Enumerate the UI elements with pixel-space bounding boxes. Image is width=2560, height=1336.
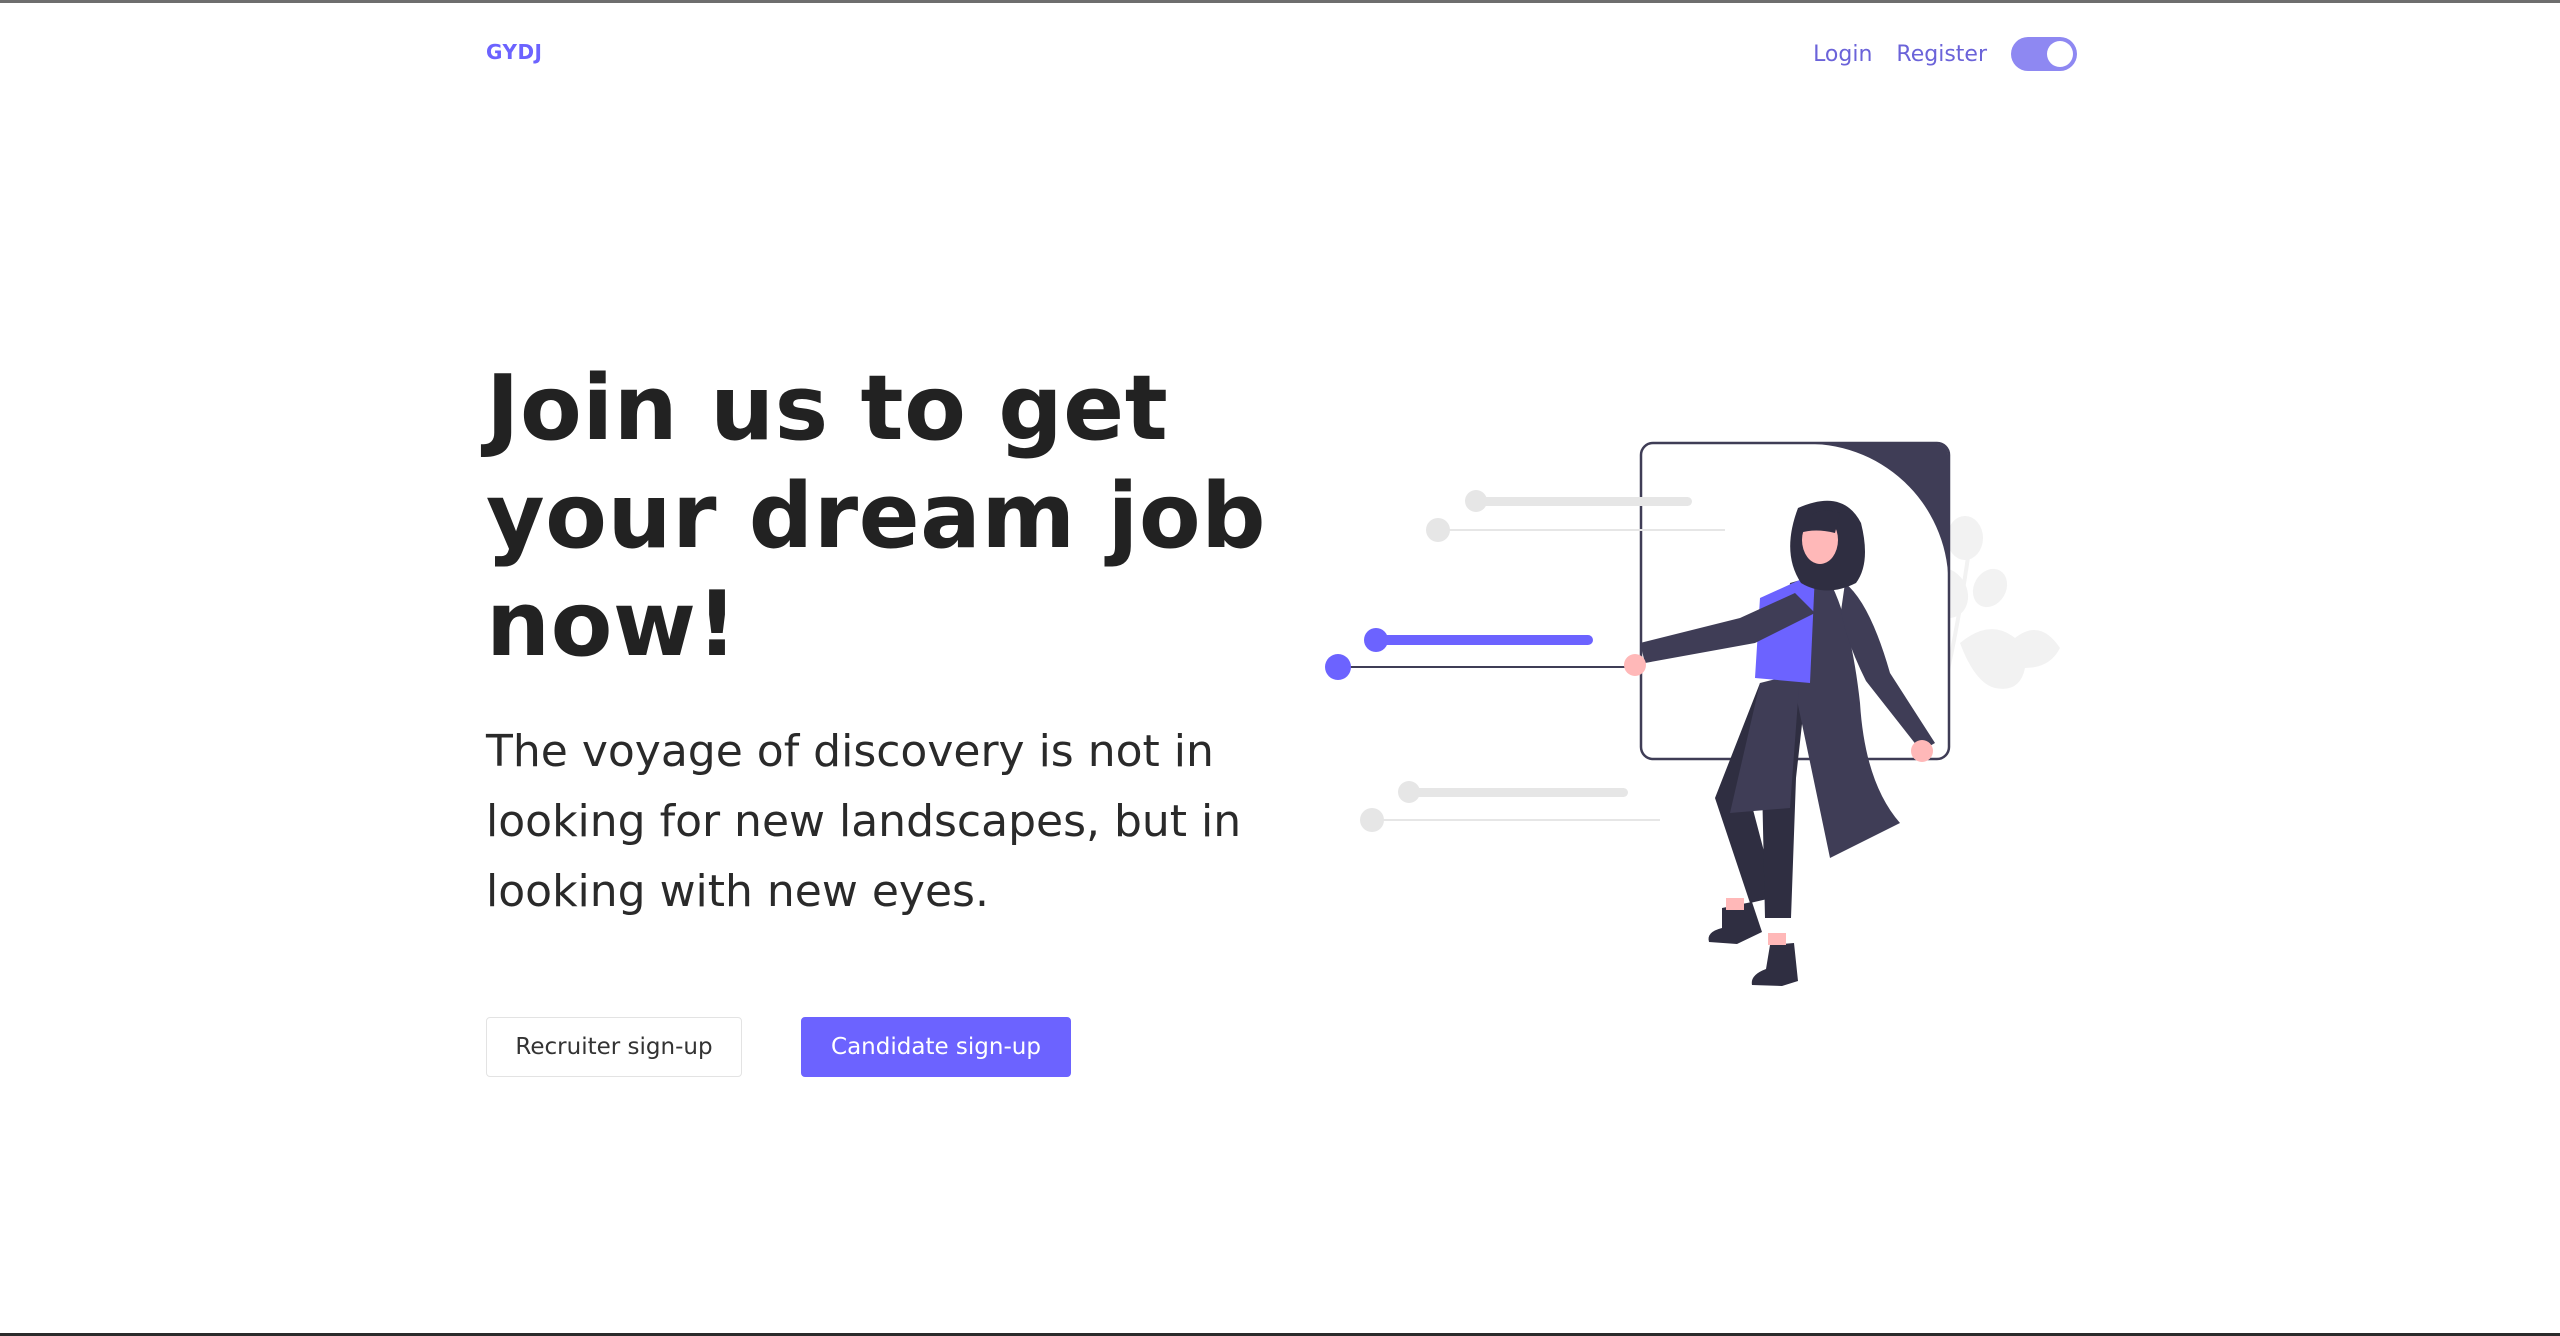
hero-headline: Join us to get your dream job now! [486, 356, 1267, 677]
login-link[interactable]: Login [1813, 42, 1872, 67]
slider-grey-bottom [1360, 781, 1660, 832]
register-link[interactable]: Register [1896, 42, 1987, 67]
navbar: GYDJ Login Register [486, 36, 2077, 76]
hero-tagline: The voyage of discovery is not in lookin… [486, 726, 1242, 917]
nav-actions: Login Register [1813, 36, 2077, 72]
slider-purple [1325, 628, 1632, 680]
cta-buttons: Recruiter sign-up Candidate sign-up [486, 1017, 1071, 1077]
brand-logo[interactable]: GYDJ [486, 40, 543, 64]
woman-pulling-slider-illustration [1325, 441, 2060, 986]
theme-toggle-icon[interactable] [2011, 37, 2077, 71]
candidate-signup-button[interactable]: Candidate sign-up [801, 1017, 1071, 1077]
recruiter-signup-button[interactable]: Recruiter sign-up [486, 1017, 742, 1077]
toggle-knob [2047, 41, 2073, 67]
hero-text: Join us to get your dream job now! The v… [486, 355, 1286, 927]
